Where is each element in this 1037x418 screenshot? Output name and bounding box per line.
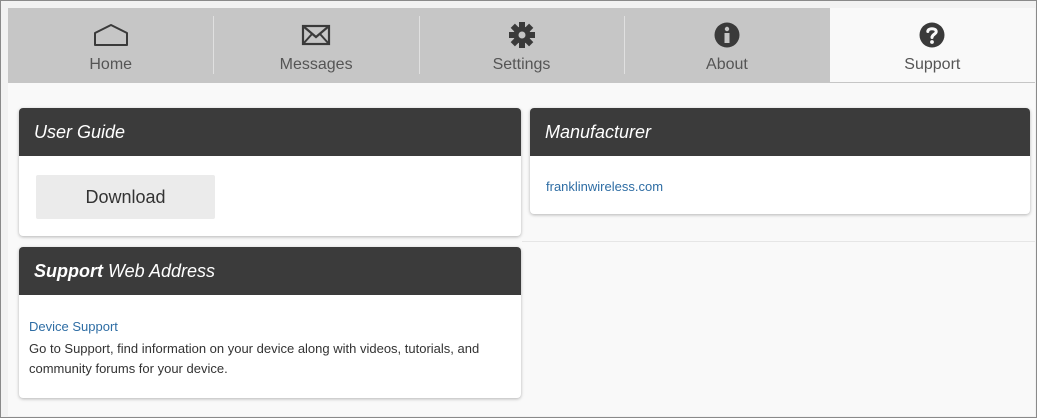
download-button[interactable]: Download [36,175,215,219]
manufacturer-header: Manufacturer [530,108,1030,156]
info-icon [713,18,741,52]
manufacturer-link[interactable]: franklinwireless.com [546,179,663,194]
gear-icon [508,18,536,52]
tab-home-label: Home [89,56,133,73]
question-icon [918,18,946,52]
support-web-header-bold: Support [34,260,103,281]
tab-settings[interactable]: Settings [418,8,624,82]
user-guide-header: User Guide [19,108,521,156]
manufacturer-card: Manufacturer franklinwireless.com [530,108,1030,214]
tab-support-label: Support [904,56,961,73]
tab-messages-label: Messages [279,56,353,73]
envelope-icon [301,18,331,52]
support-web-card: Support Web Address Device Support Go to… [19,247,521,398]
tab-messages[interactable]: Messages [213,8,418,82]
support-web-header: Support Web Address [19,247,521,295]
support-content: User Guide Download Manufacturer frankli… [8,83,1035,416]
tab-support[interactable]: Support [829,8,1036,82]
user-guide-card: User Guide Download [19,108,521,236]
device-support-link[interactable]: Device Support [29,319,118,334]
tab-about[interactable]: About [624,8,829,82]
support-web-header-rest: Web Address [103,260,216,281]
tab-settings-label: Settings [492,56,551,73]
tab-about-label: About [706,56,748,73]
home-icon [92,18,130,52]
tab-home[interactable]: Home [8,8,213,82]
support-description: Go to Support, find information on your … [29,341,480,376]
top-nav: Home Messages Settings About Support [8,8,1036,83]
divider [522,241,1035,242]
